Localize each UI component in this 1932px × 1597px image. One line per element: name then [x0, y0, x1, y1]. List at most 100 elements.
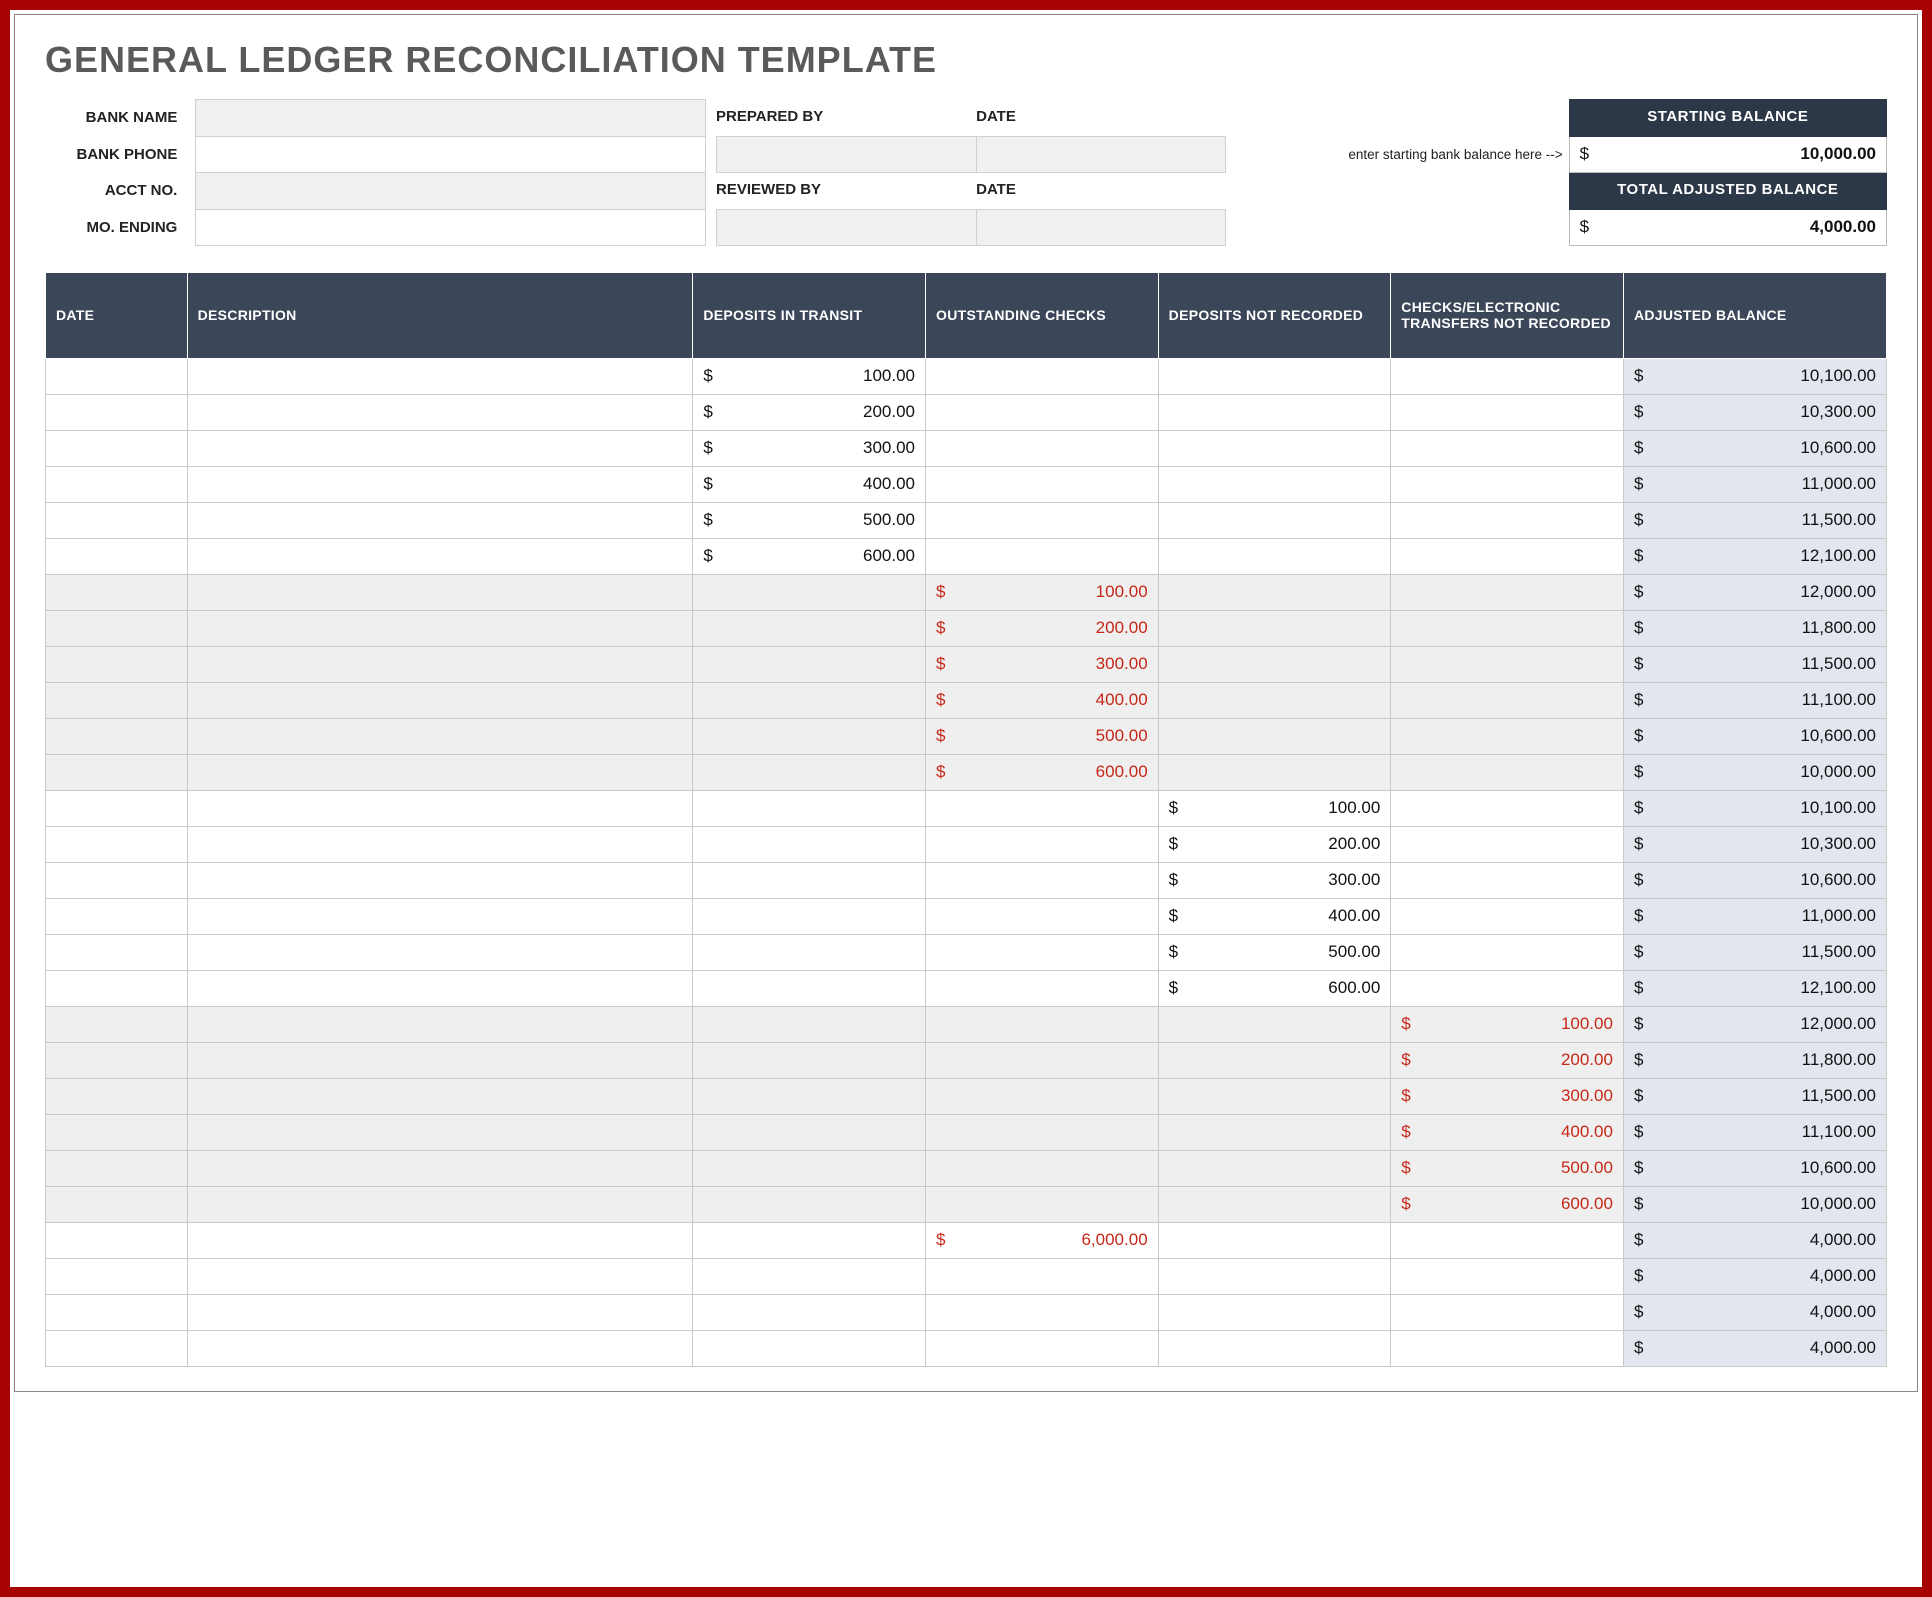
- cell-date[interactable]: [46, 718, 188, 754]
- cell-date[interactable]: [46, 1294, 188, 1330]
- cell-deposits-not-recorded[interactable]: [1158, 574, 1391, 610]
- cell-transfers-not-recorded[interactable]: [1391, 430, 1624, 466]
- cell-transfers-not-recorded[interactable]: [1391, 790, 1624, 826]
- cell-date[interactable]: [46, 934, 188, 970]
- cell-deposits-not-recorded[interactable]: [1158, 646, 1391, 682]
- cell-date[interactable]: [46, 1042, 188, 1078]
- cell-description[interactable]: [187, 1114, 693, 1150]
- cell-description[interactable]: [187, 610, 693, 646]
- cell-transfers-not-recorded[interactable]: [1391, 934, 1624, 970]
- cell-deposits-not-recorded[interactable]: [1158, 1114, 1391, 1150]
- cell-deposits-not-recorded[interactable]: [1158, 1258, 1391, 1294]
- cell-transfers-not-recorded[interactable]: $400.00: [1391, 1114, 1624, 1150]
- cell-deposits-in-transit[interactable]: [693, 718, 926, 754]
- cell-transfers-not-recorded[interactable]: [1391, 1330, 1624, 1366]
- cell-date[interactable]: [46, 1006, 188, 1042]
- cell-transfers-not-recorded[interactable]: [1391, 754, 1624, 790]
- cell-date[interactable]: [46, 466, 188, 502]
- cell-outstanding-checks[interactable]: [926, 358, 1159, 394]
- cell-deposits-in-transit[interactable]: [693, 898, 926, 934]
- cell-description[interactable]: [187, 394, 693, 430]
- cell-date[interactable]: [46, 1258, 188, 1294]
- cell-outstanding-checks[interactable]: $100.00: [926, 574, 1159, 610]
- cell-transfers-not-recorded[interactable]: [1391, 538, 1624, 574]
- cell-transfers-not-recorded[interactable]: [1391, 970, 1624, 1006]
- cell-date[interactable]: [46, 1150, 188, 1186]
- cell-description[interactable]: [187, 1150, 693, 1186]
- cell-date[interactable]: [46, 358, 188, 394]
- cell-deposits-in-transit[interactable]: [693, 1150, 926, 1186]
- cell-transfers-not-recorded[interactable]: [1391, 358, 1624, 394]
- cell-transfers-not-recorded[interactable]: $300.00: [1391, 1078, 1624, 1114]
- input-reviewed-by[interactable]: [716, 209, 976, 245]
- cell-outstanding-checks[interactable]: $400.00: [926, 682, 1159, 718]
- cell-deposits-not-recorded[interactable]: [1158, 1186, 1391, 1222]
- cell-outstanding-checks[interactable]: [926, 790, 1159, 826]
- cell-date[interactable]: [46, 1186, 188, 1222]
- cell-date[interactable]: [46, 1078, 188, 1114]
- cell-outstanding-checks[interactable]: [926, 466, 1159, 502]
- cell-deposits-not-recorded[interactable]: [1158, 502, 1391, 538]
- cell-outstanding-checks[interactable]: [926, 934, 1159, 970]
- cell-deposits-in-transit[interactable]: [693, 1114, 926, 1150]
- cell-outstanding-checks[interactable]: [926, 1258, 1159, 1294]
- cell-deposits-in-transit[interactable]: [693, 1222, 926, 1258]
- cell-deposits-not-recorded[interactable]: [1158, 718, 1391, 754]
- cell-transfers-not-recorded[interactable]: [1391, 574, 1624, 610]
- cell-deposits-in-transit[interactable]: $400.00: [693, 466, 926, 502]
- cell-deposits-not-recorded[interactable]: [1158, 1006, 1391, 1042]
- cell-description[interactable]: [187, 1006, 693, 1042]
- cell-deposits-not-recorded[interactable]: $400.00: [1158, 898, 1391, 934]
- cell-outstanding-checks[interactable]: [926, 1114, 1159, 1150]
- cell-date[interactable]: [46, 682, 188, 718]
- cell-date[interactable]: [46, 862, 188, 898]
- cell-outstanding-checks[interactable]: [926, 394, 1159, 430]
- cell-date[interactable]: [46, 1330, 188, 1366]
- cell-transfers-not-recorded[interactable]: [1391, 610, 1624, 646]
- cell-date[interactable]: [46, 502, 188, 538]
- cell-transfers-not-recorded[interactable]: $500.00: [1391, 1150, 1624, 1186]
- cell-transfers-not-recorded[interactable]: [1391, 682, 1624, 718]
- cell-description[interactable]: [187, 574, 693, 610]
- cell-deposits-not-recorded[interactable]: [1158, 610, 1391, 646]
- cell-transfers-not-recorded[interactable]: $100.00: [1391, 1006, 1624, 1042]
- cell-outstanding-checks[interactable]: [926, 970, 1159, 1006]
- input-prepared-date[interactable]: [976, 136, 1226, 172]
- cell-deposits-not-recorded[interactable]: [1158, 754, 1391, 790]
- cell-description[interactable]: [187, 466, 693, 502]
- cell-deposits-in-transit[interactable]: [693, 754, 926, 790]
- cell-outstanding-checks[interactable]: [926, 430, 1159, 466]
- cell-deposits-in-transit[interactable]: $200.00: [693, 394, 926, 430]
- cell-outstanding-checks[interactable]: $600.00: [926, 754, 1159, 790]
- cell-outstanding-checks[interactable]: [926, 1186, 1159, 1222]
- cell-description[interactable]: [187, 718, 693, 754]
- cell-date[interactable]: [46, 1114, 188, 1150]
- cell-transfers-not-recorded[interactable]: $600.00: [1391, 1186, 1624, 1222]
- cell-outstanding-checks[interactable]: [926, 1006, 1159, 1042]
- cell-deposits-in-transit[interactable]: [693, 862, 926, 898]
- cell-deposits-not-recorded[interactable]: [1158, 394, 1391, 430]
- cell-description[interactable]: [187, 754, 693, 790]
- cell-date[interactable]: [46, 970, 188, 1006]
- cell-transfers-not-recorded[interactable]: [1391, 1258, 1624, 1294]
- cell-description[interactable]: [187, 502, 693, 538]
- cell-deposits-not-recorded[interactable]: [1158, 682, 1391, 718]
- cell-description[interactable]: [187, 1186, 693, 1222]
- cell-date[interactable]: [46, 610, 188, 646]
- cell-description[interactable]: [187, 934, 693, 970]
- cell-deposits-in-transit[interactable]: [693, 826, 926, 862]
- input-acct-no[interactable]: [196, 172, 706, 209]
- cell-deposits-not-recorded[interactable]: $100.00: [1158, 790, 1391, 826]
- cell-deposits-not-recorded[interactable]: [1158, 1150, 1391, 1186]
- cell-description[interactable]: [187, 682, 693, 718]
- cell-deposits-in-transit[interactable]: $600.00: [693, 538, 926, 574]
- cell-deposits-in-transit[interactable]: [693, 682, 926, 718]
- cell-deposits-in-transit[interactable]: [693, 574, 926, 610]
- cell-outstanding-checks[interactable]: [926, 502, 1159, 538]
- cell-outstanding-checks[interactable]: [926, 538, 1159, 574]
- cell-deposits-in-transit[interactable]: [693, 1006, 926, 1042]
- cell-transfers-not-recorded[interactable]: $200.00: [1391, 1042, 1624, 1078]
- cell-deposits-in-transit[interactable]: [693, 1330, 926, 1366]
- cell-deposits-in-transit[interactable]: [693, 1294, 926, 1330]
- cell-deposits-not-recorded[interactable]: [1158, 1042, 1391, 1078]
